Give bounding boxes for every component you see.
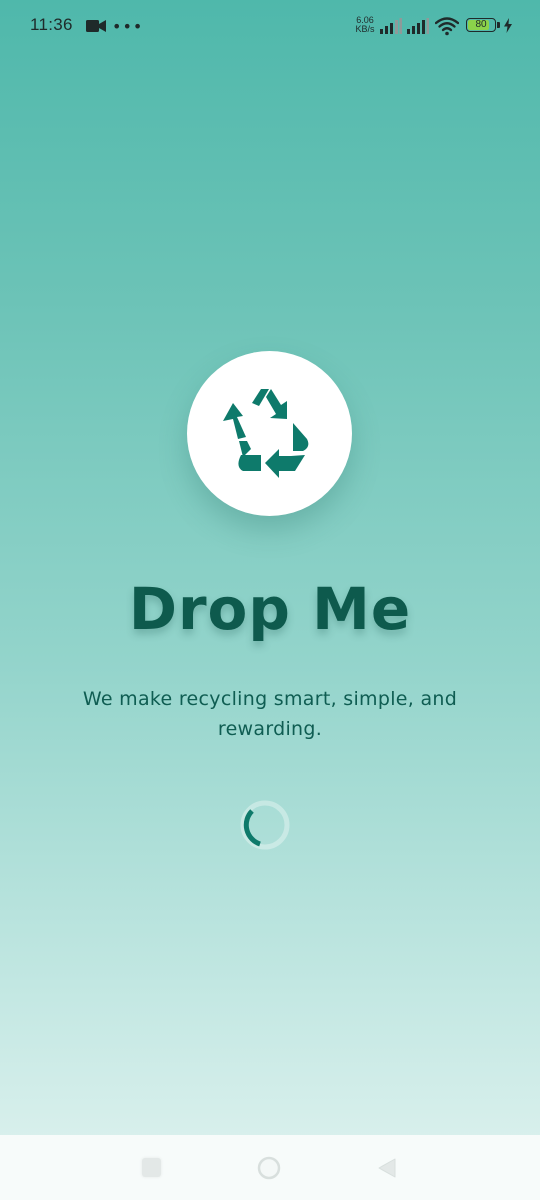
- recycle-icon: [223, 389, 309, 478]
- video-icon: [86, 20, 106, 32]
- network-speed: 6.06 KB/s: [352, 16, 378, 34]
- status-bar: 11:36 ••• 6.06 KB/s 80: [0, 0, 540, 52]
- more-icon: •••: [112, 17, 144, 36]
- loading-spinner: [240, 800, 290, 850]
- battery-icon: 80: [466, 18, 496, 32]
- wifi-icon: [435, 17, 459, 36]
- app-logo: [187, 351, 352, 516]
- back-icon[interactable]: [376, 1157, 398, 1179]
- navigation-bar: [0, 1135, 540, 1200]
- recents-icon[interactable]: [142, 1158, 161, 1177]
- signal-icon: [407, 18, 429, 34]
- app-tagline: We make recycling smart, simple, and rew…: [82, 688, 458, 740]
- status-time: 11:36: [30, 15, 73, 34]
- battery-cap: [497, 22, 500, 28]
- home-icon[interactable]: [257, 1156, 281, 1180]
- network-speed-unit: KB/s: [355, 24, 375, 34]
- signal-icon: [380, 18, 402, 34]
- app-title: Drop Me: [128, 575, 412, 643]
- charging-bolt-icon: [504, 18, 512, 33]
- battery-level: 80: [475, 19, 487, 30]
